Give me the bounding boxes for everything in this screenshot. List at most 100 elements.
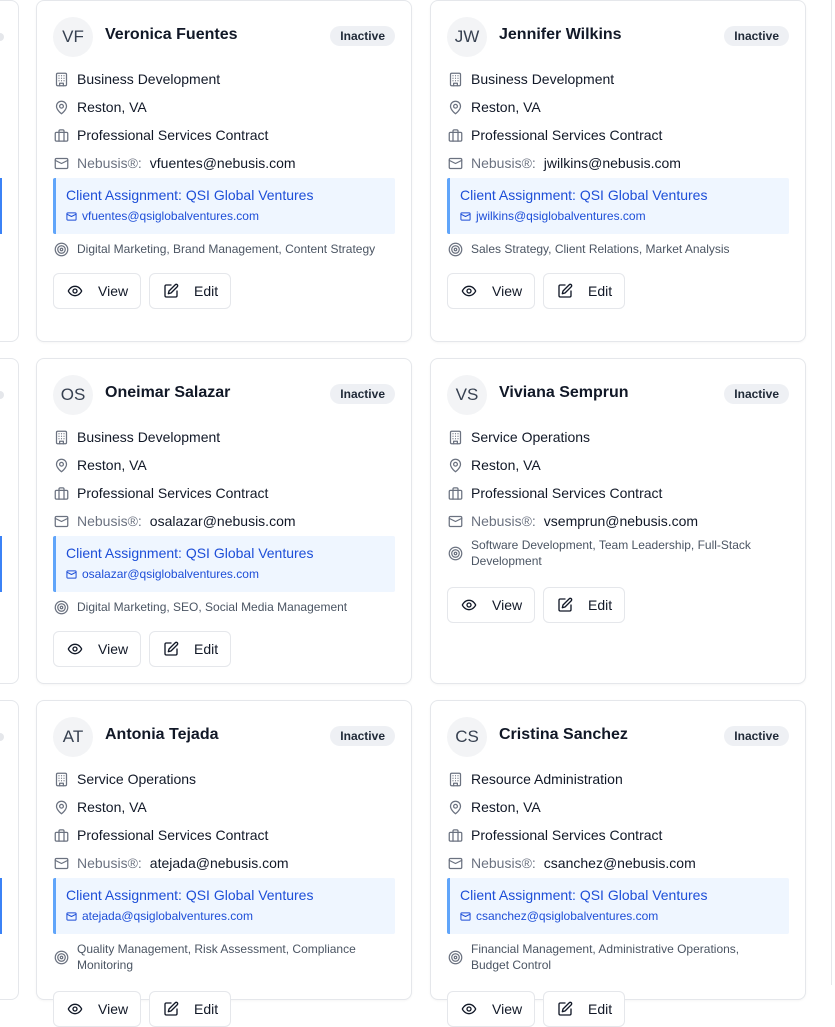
edit-button[interactable]: Edit (543, 273, 625, 309)
briefcase-icon (53, 485, 69, 501)
view-button[interactable]: View (447, 991, 535, 1027)
mail-icon (447, 155, 463, 171)
department-row: Business Development (447, 69, 614, 89)
avatar: VS (447, 375, 487, 415)
client-email[interactable]: vfuentes@qsiglobalventures.com (82, 208, 259, 224)
email-row: Nebusis®: vfuentes@nebusis.com (53, 153, 296, 173)
mail-icon (447, 855, 463, 871)
client-email[interactable]: csanchez@qsiglobalventures.com (476, 908, 658, 924)
employee-email[interactable]: atejada@nebusis.com (150, 855, 289, 871)
edit-button[interactable]: Edit (543, 587, 625, 623)
skills-text: Financial Management, Administrative Ope… (471, 942, 740, 972)
status-badge: Inactive (724, 26, 789, 46)
edit-button[interactable]: Edit (149, 631, 231, 667)
client-email[interactable]: atejada@qsiglobalventures.com (82, 908, 253, 924)
contract-text: Professional Services Contract (77, 127, 269, 143)
client-email-row: jwilkins@qsiglobalventures.com (460, 208, 779, 224)
employee-email[interactable]: vfuentes@nebusis.com (150, 155, 296, 171)
employee-name: Antonia Tejada (105, 726, 219, 743)
mail-icon (53, 855, 69, 871)
map-pin-icon (447, 799, 463, 815)
card-header: CS Cristina Sanchez Inactive (447, 717, 789, 757)
building-icon (53, 429, 69, 445)
department-row: Service Operations (447, 427, 590, 447)
view-button[interactable]: View (53, 273, 141, 309)
location-row: Reston, VA (447, 797, 541, 817)
employee-email[interactable]: vsemprun@nebusis.com (544, 513, 698, 529)
contract-text: Professional Services Contract (471, 827, 663, 843)
view-label: View (98, 1001, 129, 1017)
contract-row: Professional Services Contract (53, 483, 268, 503)
client-email-row: atejada@qsiglobalventures.com (66, 908, 385, 924)
client-email-row: vfuentes@qsiglobalventures.com (66, 208, 385, 224)
skills-text: Digital Marketing, Brand Management, Con… (77, 242, 376, 256)
target-icon (447, 545, 463, 561)
email-row: Nebusis®: jwilkins@nebusis.com (447, 153, 681, 173)
edit-button[interactable]: Edit (149, 273, 231, 309)
target-icon (53, 599, 69, 615)
view-button[interactable]: View (447, 273, 535, 309)
view-button[interactable]: View (447, 587, 535, 623)
eye-icon (461, 597, 477, 613)
eye-icon (67, 283, 83, 299)
employee-email[interactable]: osalazar@nebusis.com (150, 513, 296, 529)
email-row: Nebusis®: vsemprun@nebusis.com (447, 511, 698, 531)
email-row: Nebusis®: atejada@nebusis.com (53, 853, 289, 873)
department-text: Service Operations (77, 771, 197, 787)
mail-icon (460, 911, 471, 921)
client-email[interactable]: osalazar@qsiglobalventures.com (82, 566, 259, 582)
department-row: Business Development (53, 69, 220, 89)
client-email[interactable]: jwilkins@qsiglobalventures.com (476, 208, 646, 224)
view-button[interactable]: View (53, 991, 141, 1027)
client-assignment-box: Client Assignment: QSI Global Ventures a… (53, 878, 395, 934)
skills-row: Quality Management, Risk Assessment, Com… (53, 941, 385, 973)
location-text: Reston, VA (471, 99, 541, 115)
edit-icon (163, 641, 179, 657)
skills-row: Digital Marketing, Brand Management, Con… (53, 241, 385, 257)
status-badge: Inactive (330, 384, 395, 404)
view-label: View (492, 283, 523, 299)
building-icon (53, 71, 69, 87)
employee-card: VF Veronica Fuentes Inactive Business De… (36, 0, 412, 342)
edit-label: Edit (588, 283, 613, 299)
email-row: Nebusis®: csanchez@nebusis.com (447, 853, 696, 873)
building-icon (447, 771, 463, 787)
employee-card: VS Viviana Semprun Inactive Service Oper… (430, 358, 806, 684)
view-label: View (492, 1001, 523, 1017)
card-header: JW Jennifer Wilkins Inactive (447, 17, 789, 57)
eye-icon (67, 1001, 83, 1017)
skills-text: Software Development, Team Leadership, F… (471, 538, 751, 568)
partial-client-bar (0, 178, 2, 234)
mail-icon (53, 155, 69, 171)
target-icon (447, 241, 463, 257)
contract-text: Professional Services Contract (471, 485, 663, 501)
skills-row: Sales Strategy, Client Relations, Market… (447, 241, 779, 257)
department-text: Business Development (471, 71, 615, 87)
client-assignment-box: Client Assignment: QSI Global Ventures v… (53, 178, 395, 234)
client-assignment-title: Client Assignment: QSI Global Ventures (460, 187, 708, 203)
building-icon (447, 71, 463, 87)
email-row: Nebusis®: osalazar@nebusis.com (53, 511, 296, 531)
client-email-row: osalazar@qsiglobalventures.com (66, 566, 385, 582)
mail-icon (66, 211, 77, 221)
map-pin-icon (53, 99, 69, 115)
employee-email[interactable]: jwilkins@nebusis.com (544, 155, 681, 171)
employee-email[interactable]: csanchez@nebusis.com (544, 855, 696, 871)
mail-icon (53, 513, 69, 529)
card-header: OS Oneimar Salazar Inactive (53, 375, 395, 415)
card-header: VF Veronica Fuentes Inactive (53, 17, 395, 57)
target-icon (53, 949, 69, 965)
client-assignment-box: Client Assignment: QSI Global Ventures c… (447, 878, 789, 934)
partial-badge (0, 391, 4, 399)
view-label: View (98, 641, 129, 657)
briefcase-icon (53, 127, 69, 143)
client-assignment-title: Client Assignment: QSI Global Ventures (460, 887, 708, 903)
edit-button[interactable]: Edit (149, 991, 231, 1027)
edit-button[interactable]: Edit (543, 991, 625, 1027)
employee-name: Veronica Fuentes (105, 26, 238, 43)
view-button[interactable]: View (53, 631, 141, 667)
location-text: Reston, VA (471, 457, 541, 473)
partial-client-bar (0, 536, 2, 592)
location-text: Reston, VA (471, 799, 541, 815)
skills-row: Financial Management, Administrative Ope… (447, 941, 779, 973)
